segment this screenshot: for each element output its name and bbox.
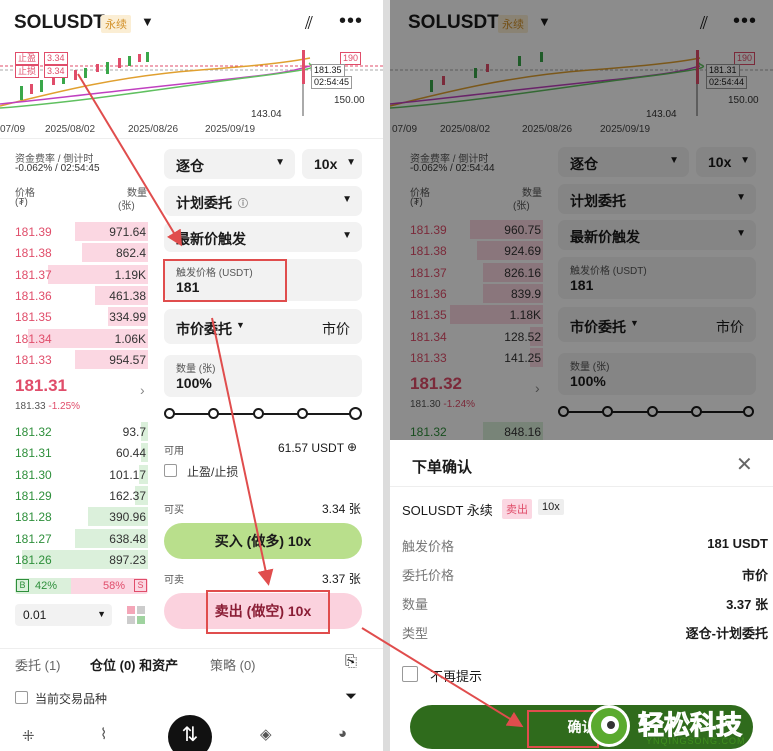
- watermark-logo: [588, 705, 630, 747]
- arrow-to-sell: [211, 317, 274, 586]
- arrow-to-confirm: [361, 627, 524, 728]
- watermark-url: YNQINGSONG.COM: [646, 736, 746, 746]
- arrow-to-trigger: [77, 73, 183, 247]
- annotation-arrows: [77, 73, 524, 728]
